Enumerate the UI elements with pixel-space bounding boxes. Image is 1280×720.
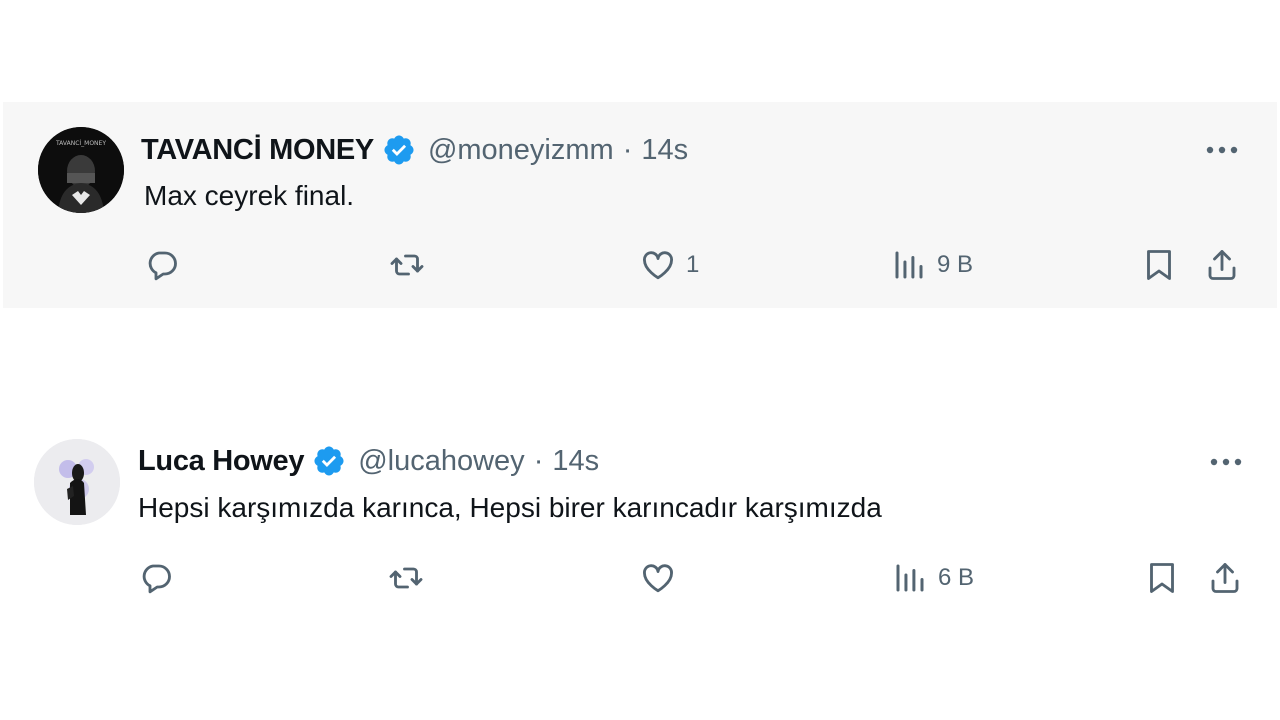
more-options-button[interactable] bbox=[1206, 442, 1246, 482]
like-button[interactable] bbox=[640, 560, 686, 596]
more-options-button[interactable] bbox=[1202, 130, 1242, 170]
tweet-text: Hepsi karşımızda karınca, Hepsi birer ka… bbox=[138, 492, 882, 523]
timestamp[interactable]: 14s bbox=[552, 445, 599, 478]
separator-dot: · bbox=[622, 133, 633, 166]
views-button[interactable]: 9 B bbox=[891, 247, 973, 283]
views-button[interactable]: 6 B bbox=[892, 560, 974, 596]
display-name[interactable]: Luca Howey bbox=[138, 445, 305, 478]
heart-icon bbox=[643, 251, 673, 280]
handle[interactable]: @lucahowey bbox=[358, 445, 524, 478]
verified-badge-icon bbox=[312, 444, 346, 478]
avatar-image: TAVANCİ_MONEY bbox=[38, 127, 124, 213]
separator-dot: · bbox=[533, 444, 544, 477]
views-chart-icon bbox=[895, 251, 923, 279]
retweet-button[interactable] bbox=[388, 560, 424, 596]
share-button[interactable] bbox=[1204, 247, 1240, 283]
view-count: 9 B bbox=[937, 251, 974, 278]
avatar-image bbox=[34, 439, 120, 525]
reply-button[interactable] bbox=[138, 560, 174, 596]
bookmark-icon bbox=[1150, 563, 1174, 593]
reply-icon bbox=[148, 251, 177, 281]
view-count: 6 B bbox=[938, 564, 975, 591]
tweet[interactable]: Luca Howey @lucahowey · 14s Hepsi karşım… bbox=[0, 420, 1280, 620]
timestamp[interactable]: 14s bbox=[641, 134, 688, 167]
share-icon bbox=[1211, 563, 1239, 593]
bookmark-icon bbox=[1147, 250, 1171, 280]
more-horizontal-icon bbox=[1206, 146, 1238, 154]
share-icon bbox=[1208, 250, 1236, 280]
retweet-button[interactable] bbox=[389, 247, 425, 283]
tweet[interactable]: TAVANCİ_MONEY TAVANCİ MONEY @moneyizmm ·… bbox=[3, 102, 1277, 308]
handle[interactable]: @moneyizmm bbox=[428, 134, 614, 167]
avatar[interactable] bbox=[34, 439, 120, 525]
avatar[interactable]: TAVANCİ_MONEY bbox=[38, 127, 124, 213]
tweet-text: Max ceyrek final. bbox=[144, 180, 355, 211]
views-chart-icon bbox=[896, 564, 924, 592]
avatar-caption: TAVANCİ_MONEY bbox=[55, 140, 106, 147]
heart-icon bbox=[643, 564, 673, 593]
more-horizontal-icon bbox=[1210, 458, 1242, 466]
retweet-icon bbox=[389, 567, 423, 589]
retweet-icon bbox=[390, 254, 424, 276]
share-button[interactable] bbox=[1207, 560, 1243, 596]
bookmark-button[interactable] bbox=[1141, 247, 1177, 283]
verified-badge-icon bbox=[382, 133, 416, 167]
bookmark-button[interactable] bbox=[1144, 560, 1180, 596]
reply-icon bbox=[142, 564, 171, 594]
like-button[interactable]: 1 bbox=[640, 247, 699, 283]
like-count: 1 bbox=[686, 251, 700, 278]
display-name[interactable]: TAVANCİ MONEY bbox=[141, 134, 374, 167]
reply-button[interactable] bbox=[144, 247, 180, 283]
